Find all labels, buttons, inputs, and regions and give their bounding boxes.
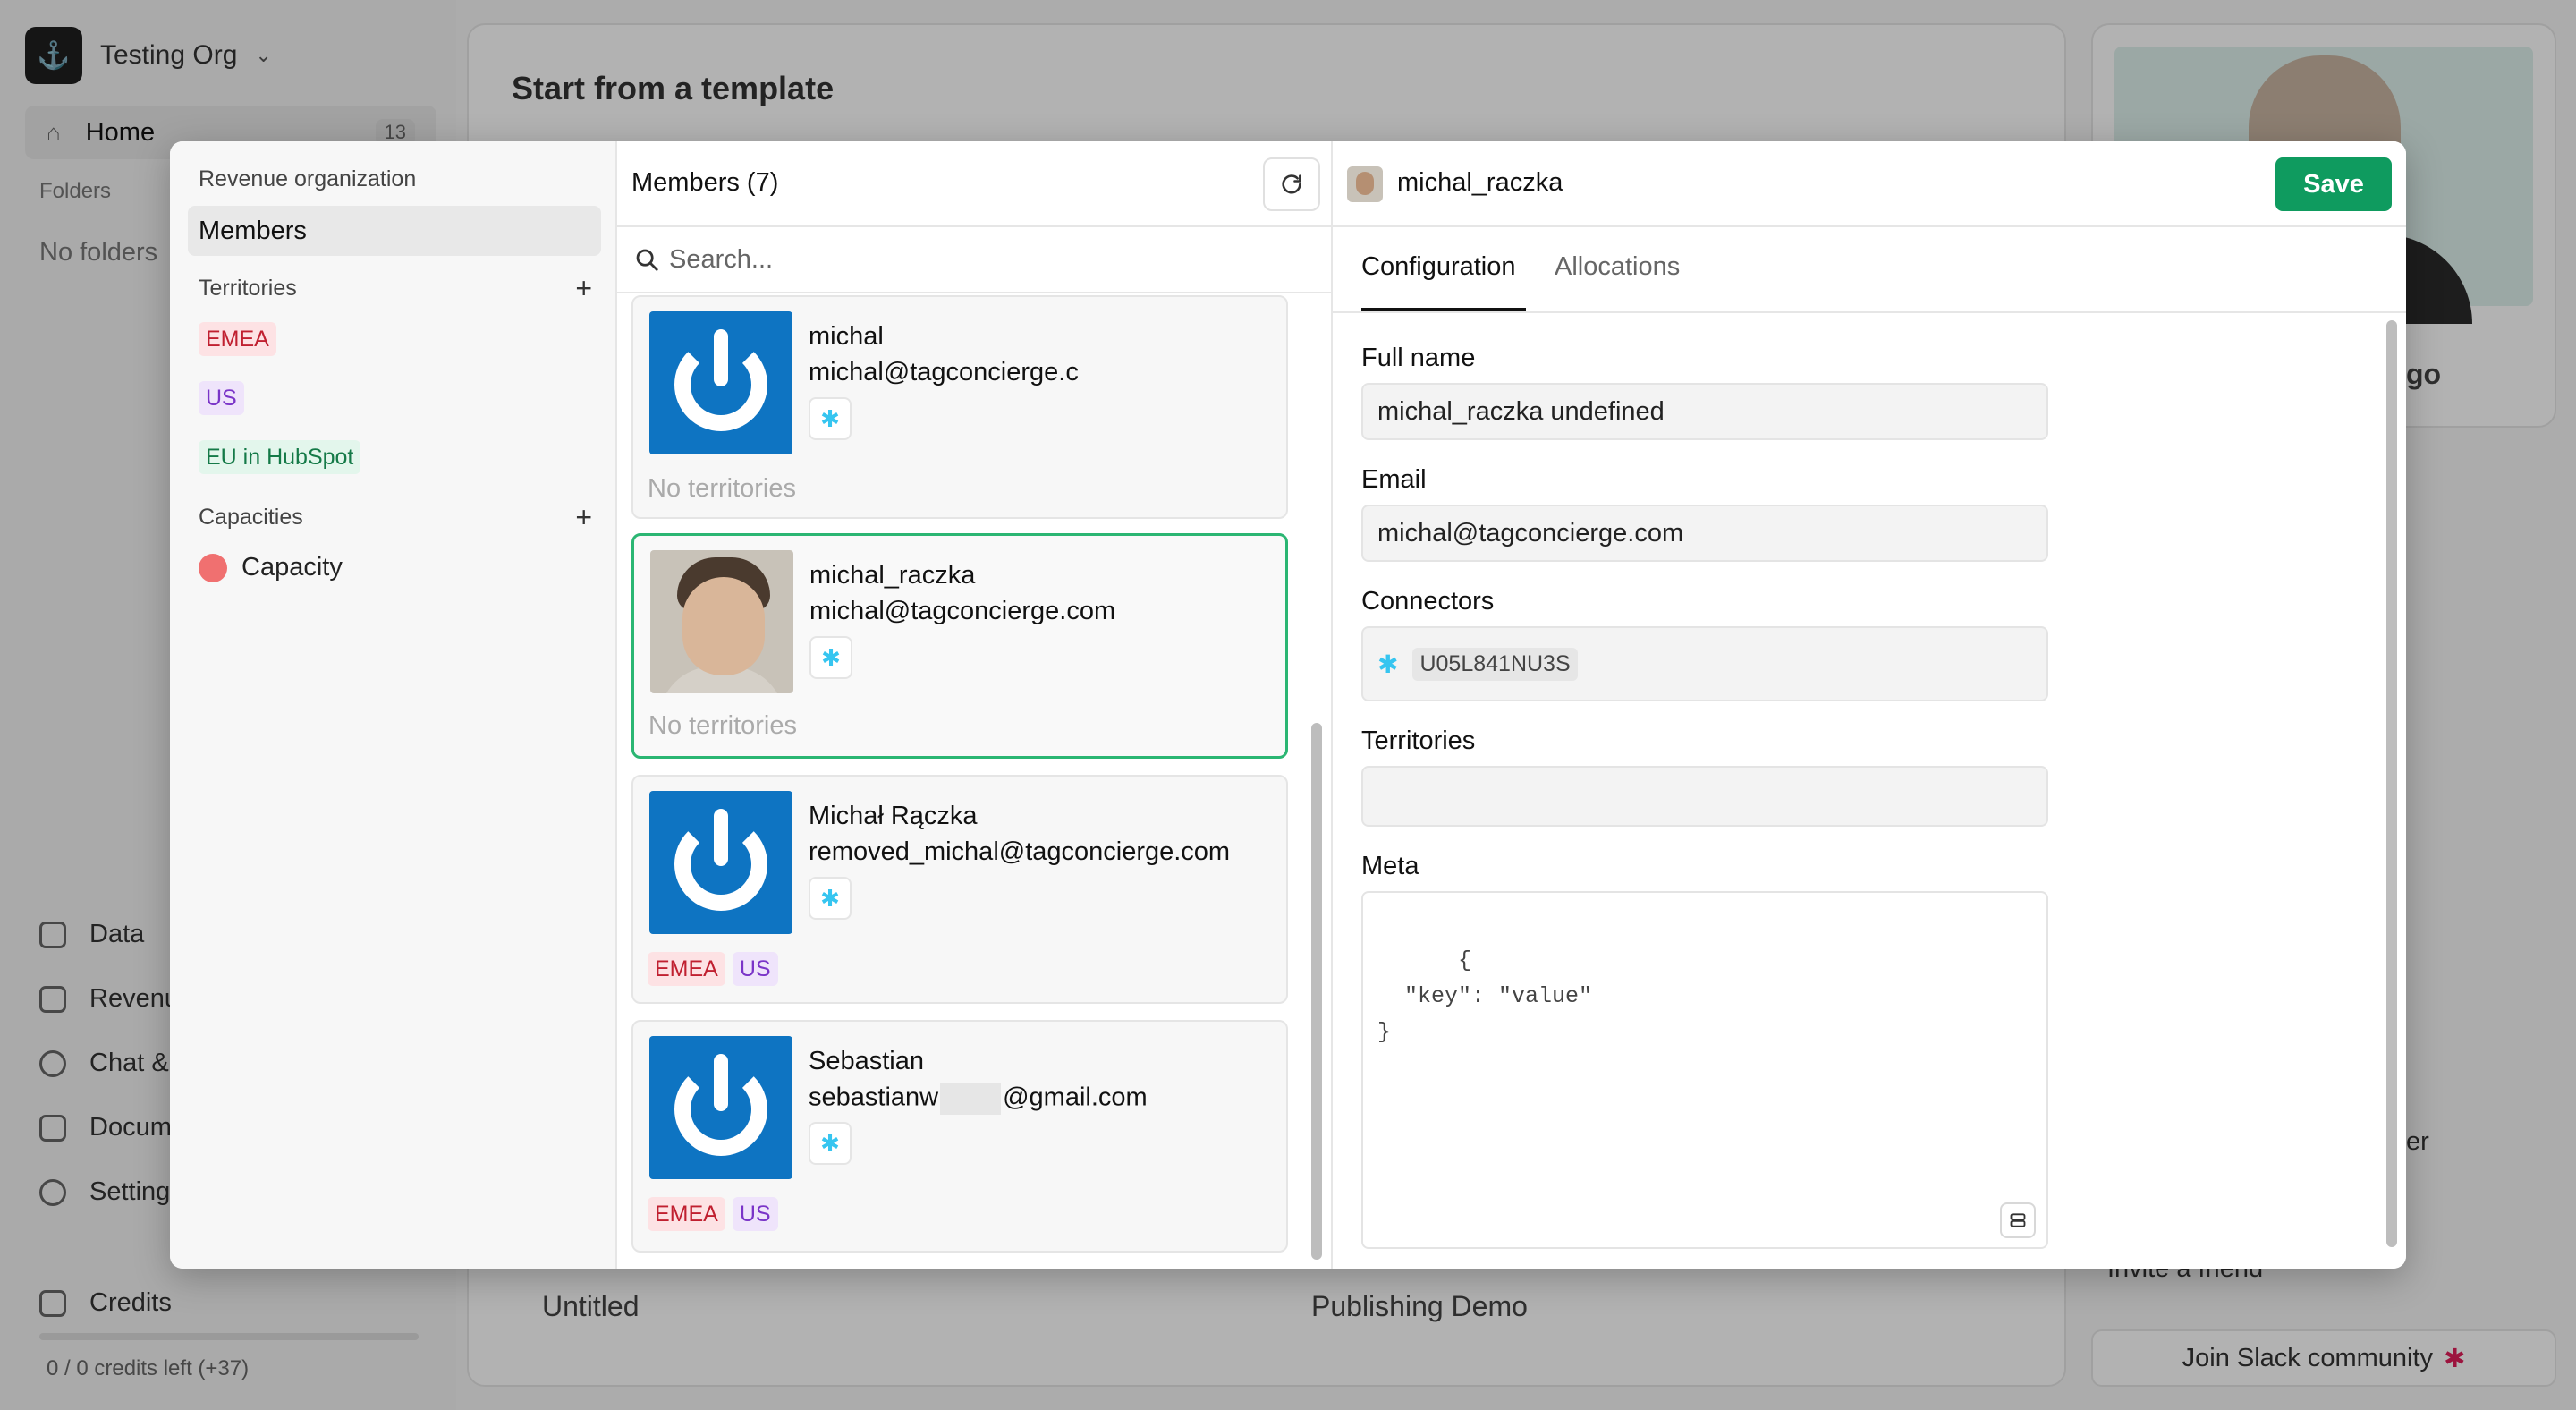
capacity-label: Capacity [242,553,343,582]
member-detail-header: michal_raczka Save [1333,141,2406,227]
territory-tag: US [732,1197,778,1231]
connector-id: U05L841NU3S [1412,647,1578,681]
slack-icon: ✱ [1377,650,1399,678]
email-label: Email [1361,465,1427,494]
member-detail-panel: michal_raczka Save Configuration Allocat… [1333,141,2406,1269]
territories-field[interactable] [1361,766,2048,827]
member-search [617,227,1333,293]
member-card[interactable]: Sebastian sebastianw @gmail.com ✱ EMEA US [631,1020,1288,1253]
no-territories-text: No territories [648,711,797,740]
member-detail-name: michal_raczka [1397,168,1563,197]
member-card-selected[interactable]: michal_raczka michal@tagconcierge.com ✱ … [631,533,1288,759]
capacities-header: Capacities + [199,503,592,531]
tab-allocations[interactable]: Allocations [1555,252,1680,282]
members-scrollbar[interactable] [1311,723,1322,1260]
territories-label: Territories [199,275,297,301]
format-icon[interactable] [2000,1202,2036,1238]
member-email: michal@tagconcierge.c [809,358,1079,386]
refresh-icon [1282,174,1301,194]
slack-connector-chip: ✱ [809,877,852,920]
member-territory-tags: EMEA US [648,952,778,986]
full-name-value: michal_raczka undefined [1377,396,1665,426]
slack-connector-chip: ✱ [809,636,852,679]
tab-configuration[interactable]: Configuration [1361,252,1516,282]
territory-item-eu-hubspot[interactable]: EU in HubSpot [199,440,361,474]
sidebar-item-label: Members [199,216,307,245]
territory-item-us[interactable]: US [199,381,244,415]
slack-connector-chip: ✱ [809,397,852,440]
search-input[interactable] [669,244,1295,275]
meta-json-value: { "key": "value" } [1377,947,1593,1045]
member-name: Sebastian [809,1047,924,1075]
member-detail-tabs: Configuration Allocations [1333,227,2406,313]
member-avatar [649,1036,792,1179]
member-email: sebastianw @gmail.com [809,1083,1148,1115]
meta-label: Meta [1361,852,1419,880]
detail-scrollbar[interactable] [2386,320,2397,1247]
member-name: Michał Rączka [809,802,978,830]
save-button[interactable]: Save [2275,157,2392,211]
add-capacity-icon[interactable]: + [575,503,592,531]
no-territories-text: No territories [648,474,796,503]
member-territory-tags: EMEA US [648,1197,778,1231]
full-name-label: Full name [1361,344,1476,372]
member-email: removed_michal@tagconcierge.com [809,837,1231,866]
connectors-label: Connectors [1361,587,1495,616]
members-count-title: Members (7) [631,168,779,197]
member-name: michal [809,322,884,351]
add-territory-icon[interactable]: + [575,274,592,302]
capacity-color-dot [199,553,227,582]
member-card[interactable]: Michał Rączka removed_michal@tagconcierg… [631,775,1288,1004]
redacted-block [940,1083,1002,1115]
slack-icon: ✱ [820,1129,840,1157]
territory-tag: US [199,381,244,415]
slack-icon: ✱ [821,643,841,671]
email-suffix: @gmail.com [1003,1083,1148,1112]
revenue-organization-modal: Revenue organization Members Territories… [170,141,2406,1269]
members-list-header: Members (7) [617,141,1333,227]
active-tab-indicator [1361,308,1526,311]
territory-tag: EMEA [199,322,276,356]
capacity-item[interactable]: Capacity [199,553,343,582]
territories-label: Territories [1361,726,1476,755]
refresh-button[interactable] [1263,157,1320,211]
territory-tag: EMEA [648,1197,725,1231]
territory-tag: US [732,952,778,986]
territory-item-emea[interactable]: EMEA [199,322,276,356]
member-email: michal@tagconcierge.com [809,597,1116,625]
members-list-panel: Members (7) michal michal@tagconcierge.c… [617,141,1333,1269]
member-name: michal_raczka [809,561,976,590]
slack-connector-chip: ✱ [809,1122,852,1165]
slack-icon: ✱ [820,884,840,912]
territory-tag: EU in HubSpot [199,440,361,474]
members-list: michal michal@tagconcierge.c ✱ No territ… [617,293,1333,1269]
email-field[interactable]: michal@tagconcierge.com [1361,505,2048,562]
member-avatar [650,550,793,693]
search-icon [636,249,658,271]
meta-json-editor[interactable]: { "key": "value" } [1361,891,2048,1249]
modal-section-title: Revenue organization [199,166,417,191]
modal-sidebar: Revenue organization Members Territories… [170,141,617,1269]
full-name-field[interactable]: michal_raczka undefined [1361,383,2048,440]
email-value: michal@tagconcierge.com [1377,518,1684,548]
member-avatar [649,791,792,934]
sidebar-item-members[interactable]: Members [188,206,601,256]
territory-tag: EMEA [648,952,725,986]
member-card[interactable]: michal michal@tagconcierge.c ✱ No territ… [631,295,1288,519]
slack-icon: ✱ [820,404,840,432]
email-prefix: sebastianw [809,1083,939,1112]
member-avatar [649,311,792,454]
territories-header: Territories + [199,274,592,302]
connectors-field[interactable]: ✱ U05L841NU3S [1361,626,2048,701]
capacities-label: Capacities [199,504,303,530]
member-avatar [1347,166,1383,202]
